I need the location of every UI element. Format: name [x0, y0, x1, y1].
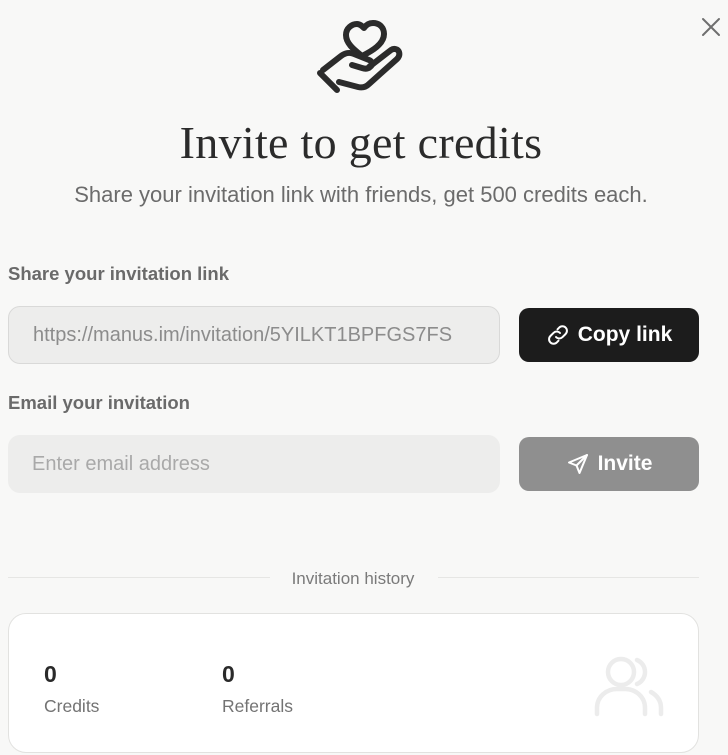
credits-label: Credits — [44, 696, 100, 716]
credits-value: 0 — [44, 661, 57, 687]
share-link-label: Share your invitation link — [8, 263, 230, 284]
invitation-history-label: Invitation history — [291, 569, 415, 588]
divider-left — [8, 577, 270, 578]
referrals-value: 0 — [222, 661, 235, 687]
email-invitation-label: Email your invitation — [8, 392, 190, 413]
email-input[interactable] — [8, 435, 500, 493]
copy-link-button[interactable]: Copy link — [519, 308, 699, 362]
invite-button[interactable]: Invite — [519, 437, 699, 491]
send-icon — [567, 454, 588, 474]
divider-right — [438, 577, 699, 578]
invite-label: Invite — [597, 452, 653, 475]
invitation-link-field[interactable]: https://manus.im/invitation/5YILKT1BPFGS… — [8, 306, 500, 364]
users-icon — [594, 656, 664, 717]
close-button[interactable] — [696, 12, 726, 42]
invitation-history-card: 0 Credits 0 Referrals — [8, 613, 699, 753]
link-icon — [547, 325, 568, 345]
referrals-label: Referrals — [222, 696, 293, 716]
heart-hand-icon — [317, 20, 403, 93]
page-subtitle: Share your invitation link with friends,… — [74, 182, 648, 207]
copy-link-label: Copy link — [577, 323, 673, 346]
page-title: Invite to get credits — [179, 117, 543, 168]
invite-modal: Invite to get credits Share your invitat… — [0, 0, 728, 755]
close-icon — [702, 18, 720, 36]
